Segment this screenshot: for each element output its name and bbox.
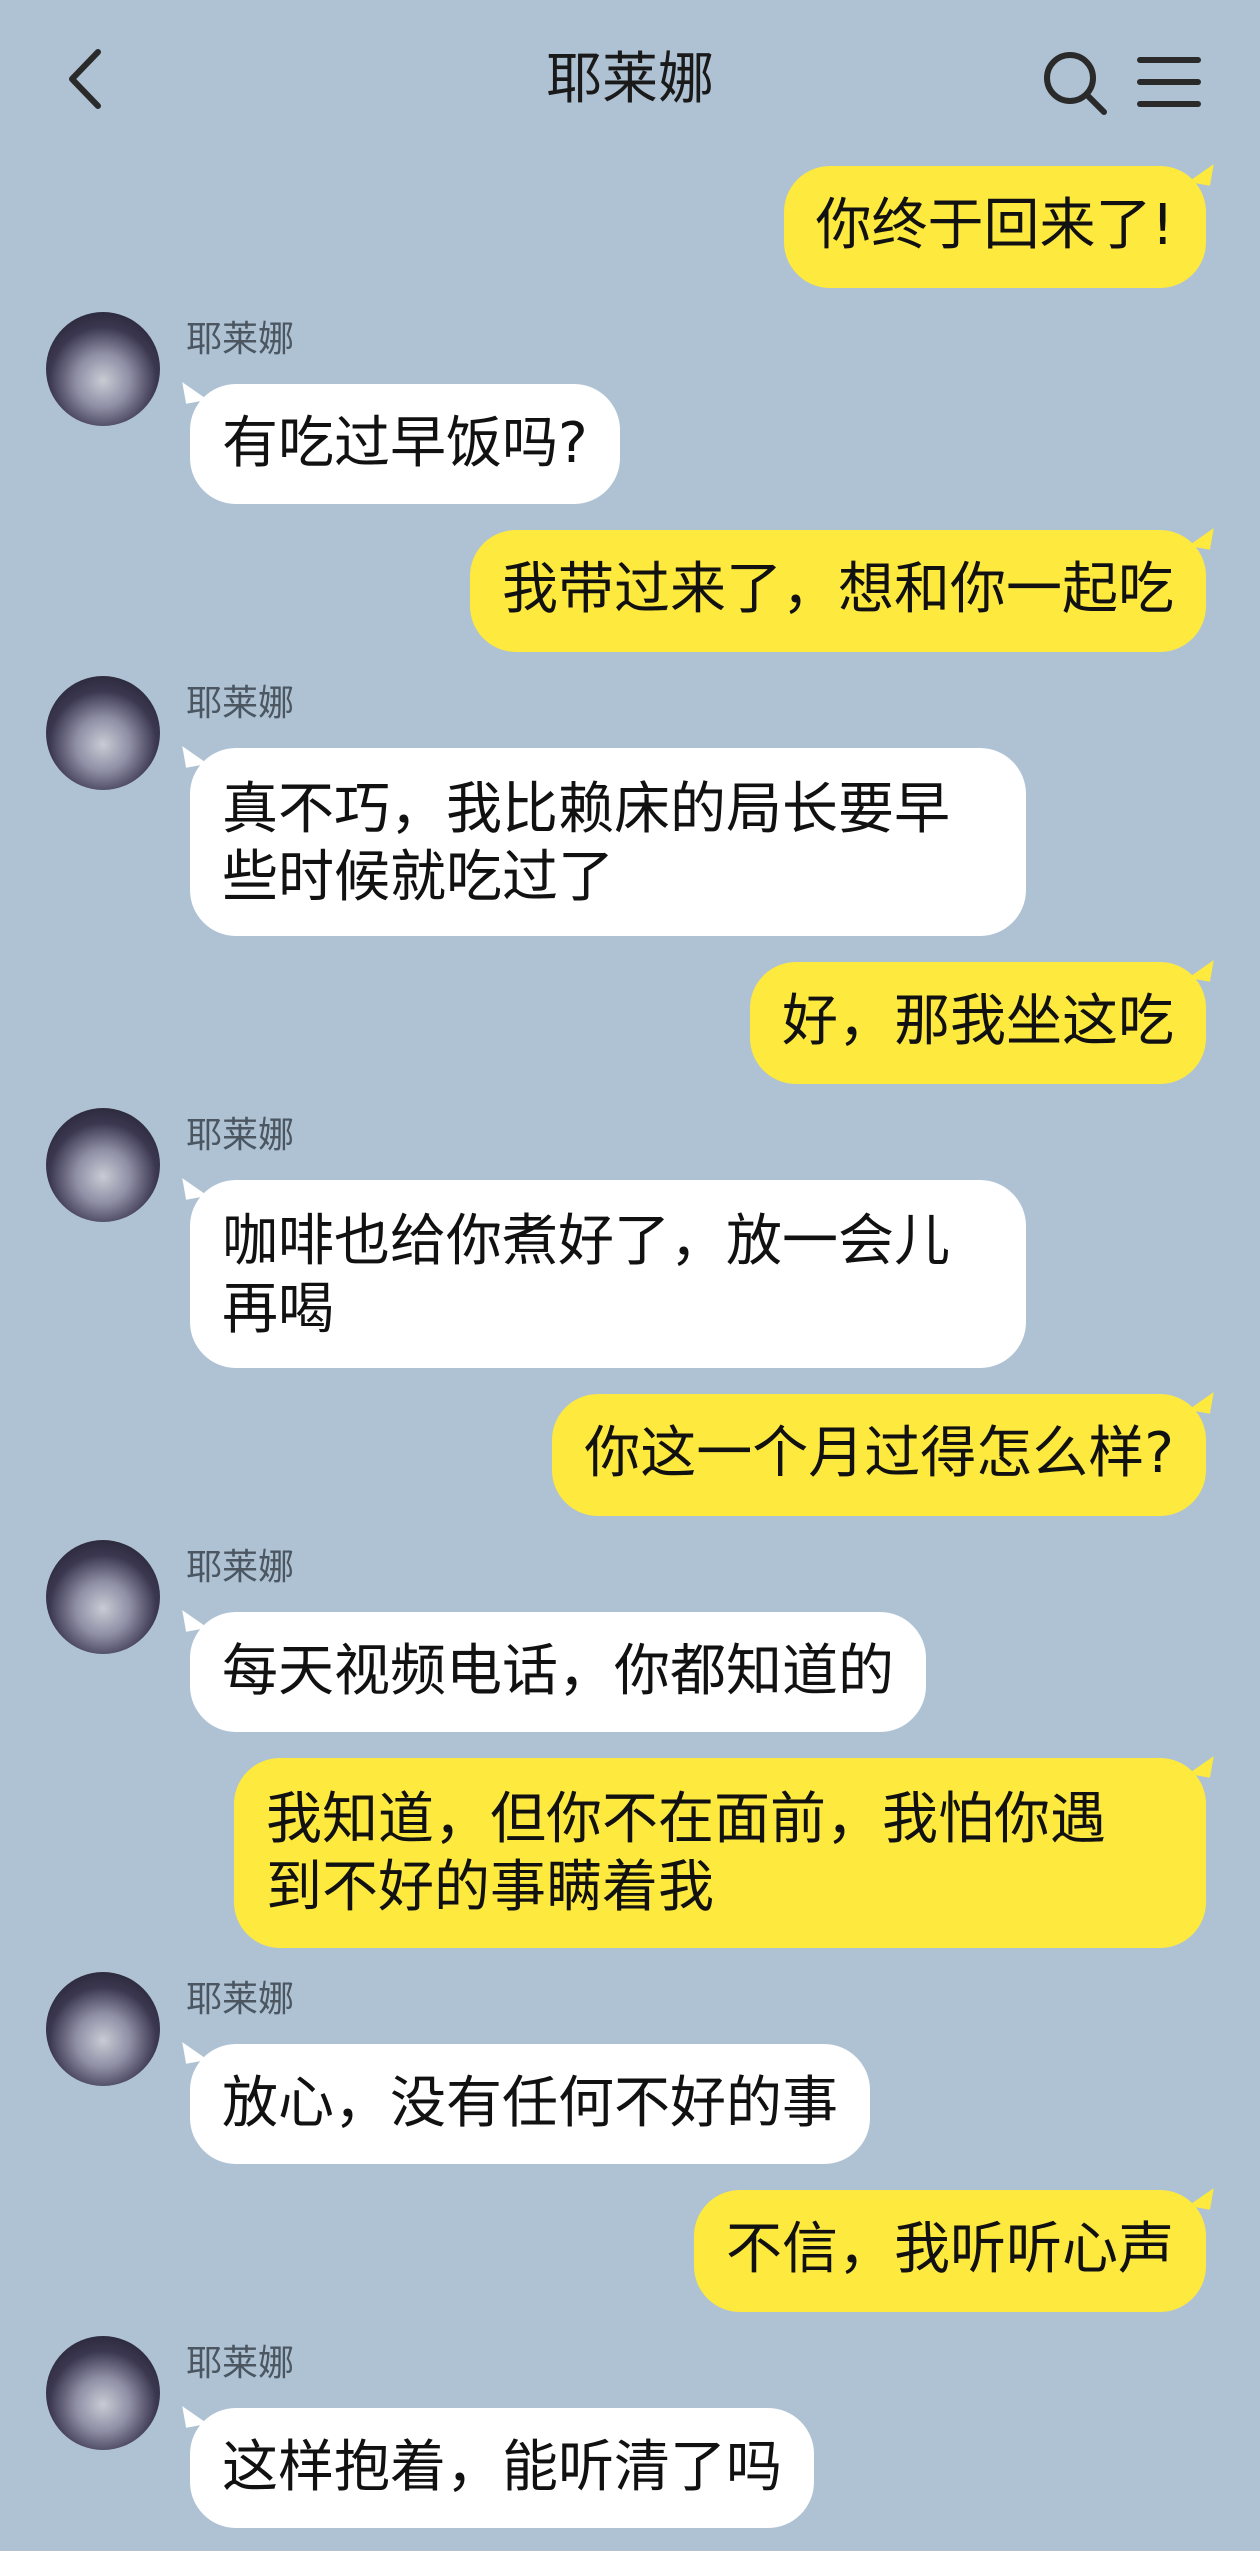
sender-name: 耶莱娜 (186, 1115, 295, 1156)
their-message-bubble[interactable]: 有吃过早饭吗? (190, 384, 620, 504)
message-row: 好，那我坐这吃 (750, 962, 1206, 1084)
message-text: 放心，没有任何不好的事 (222, 2071, 838, 2136)
message-text: 这样抱着，能听清了吗 (222, 2435, 782, 2500)
their-message-bubble[interactable]: 这样抱着，能听清了吗 (190, 2408, 814, 2528)
message-row: 这样抱着，能听清了吗 (190, 2408, 826, 2528)
avatar[interactable] (46, 1540, 160, 1654)
their-message-bubble[interactable]: 放心，没有任何不好的事 (190, 2044, 870, 2164)
message-text-line: 真不巧，我比赖床的局长要早 (222, 777, 950, 842)
message-row: 咖啡也给你煮好了，放一会儿 再喝 (190, 1180, 1026, 1368)
message-text-line: 咖啡也给你煮好了，放一会儿 (222, 1209, 950, 1274)
message-text: 有吃过早饭吗? (222, 411, 588, 476)
their-message-bubble[interactable]: 咖啡也给你煮好了，放一会儿 再喝 (190, 1180, 1026, 1368)
sender-name: 耶莱娜 (186, 1547, 295, 1588)
search-button[interactable] (1040, 48, 1110, 118)
avatar[interactable] (46, 676, 160, 790)
avatar[interactable] (46, 312, 160, 426)
message-row: 真不巧，我比赖床的局长要早 些时候就吃过了 (190, 748, 1026, 936)
message-text: 好，那我坐这吃 (782, 989, 1174, 1054)
my-message-bubble[interactable]: 好，那我坐这吃 (750, 962, 1206, 1084)
avatar[interactable] (46, 1972, 160, 2086)
message-text-line: 些时候就吃过了 (222, 845, 614, 910)
sender-name: 耶莱娜 (186, 1979, 295, 2020)
message-row: 每天视频电话，你都知道的 (190, 1612, 942, 1732)
message-text: 每天视频电话，你都知道的 (222, 1639, 894, 1704)
message-row: 我知道，但你不在面前，我怕你遇 到不好的事瞒着我 (234, 1758, 1206, 1948)
message-row: 你终于回来了! (766, 166, 1206, 288)
sender-name: 耶莱娜 (186, 2343, 295, 2384)
my-message-bubble[interactable]: 你这一个月过得怎么样? (552, 1394, 1206, 1516)
search-icon (1044, 52, 1107, 115)
message-text-line: 再喝 (222, 1277, 334, 1342)
avatar[interactable] (46, 1108, 160, 1222)
message-text: 你这一个月过得怎么样? (584, 1421, 1174, 1486)
their-message-bubble[interactable]: 真不巧，我比赖床的局长要早 些时候就吃过了 (190, 748, 1026, 936)
their-message-bubble[interactable]: 每天视频电话，你都知道的 (190, 1612, 926, 1732)
message-row: 放心，没有任何不好的事 (190, 2044, 884, 2164)
message-text: 不信，我听听心声 (726, 2217, 1174, 2282)
my-message-bubble[interactable]: 不信，我听听心声 (694, 2190, 1206, 2312)
my-message-bubble[interactable]: 我带过来了，想和你一起吃 (470, 530, 1206, 652)
sender-name: 耶莱娜 (186, 319, 295, 360)
message-row: 我带过来了，想和你一起吃 (452, 530, 1206, 652)
my-message-bubble[interactable]: 我知道，但你不在面前，我怕你遇 到不好的事瞒着我 (234, 1758, 1206, 1948)
menu-button[interactable] (1136, 52, 1202, 112)
message-text: 我带过来了，想和你一起吃 (502, 557, 1174, 622)
message-row: 你这一个月过得怎么样? (510, 1394, 1206, 1516)
my-message-bubble[interactable]: 你终于回来了! (783, 166, 1206, 288)
message-text: 你终于回来了! (815, 193, 1174, 258)
top-bar: 耶莱娜 (0, 0, 1260, 160)
message-text-line: 我知道，但你不在面前，我怕你遇 (266, 1787, 1106, 1852)
avatar[interactable] (46, 2336, 160, 2450)
message-row: 不信，我听听心声 (682, 2190, 1206, 2312)
sender-name: 耶莱娜 (186, 683, 295, 724)
hamburger-menu-icon (1137, 57, 1201, 107)
message-text-line: 到不好的事瞒着我 (266, 1855, 714, 1920)
message-row: 有吃过早饭吗? (190, 384, 660, 504)
